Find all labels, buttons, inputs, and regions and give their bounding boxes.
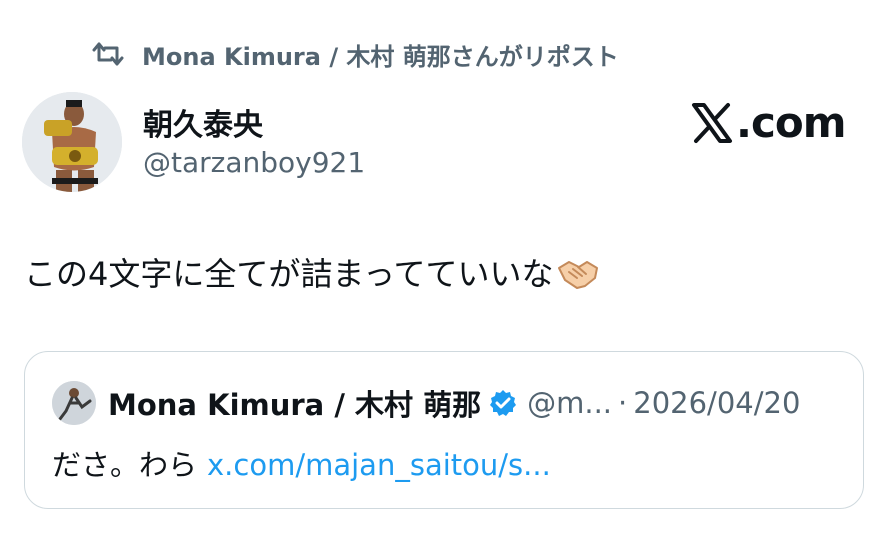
quoted-tweet-card[interactable]: Mona Kimura / 木村 萌那 @m... · 2026/04/20 だ… <box>24 351 864 509</box>
quoted-author-name[interactable]: Mona Kimura / 木村 萌那 <box>108 382 481 424</box>
x-com-logo: .com <box>690 98 846 147</box>
tweet-text: この4文字に全てが詰まってていいな <box>24 255 554 293</box>
brand-label: .com <box>736 98 846 147</box>
repost-text: Mona Kimura / 木村 萌那さんがリポスト <box>142 42 619 71</box>
dot-separator: · <box>618 386 628 420</box>
quoted-author-avatar[interactable] <box>52 381 96 425</box>
quoted-tweet-text: ださ。わら <box>52 448 198 482</box>
avatar <box>52 381 96 425</box>
quoted-author-handle[interactable]: @m... <box>527 386 612 420</box>
quoted-tweet-date[interactable]: 2026/04/20 <box>633 386 800 420</box>
quoted-tweet-header: Mona Kimura / 木村 萌那 @m... · 2026/04/20 <box>52 380 800 426</box>
x-logo-icon <box>692 102 732 143</box>
repost-indicator[interactable]: Mona Kimura / 木村 萌那さんがリポスト <box>92 36 619 72</box>
quoted-tweet-link[interactable]: x.com/majan_saitou/s... <box>207 448 551 482</box>
tweet-body: この4文字に全てが詰まってていいな <box>24 252 601 296</box>
repost-icon <box>92 42 124 66</box>
author-handle[interactable]: @tarzanboy921 <box>143 146 365 179</box>
verified-badge-icon <box>490 390 517 416</box>
avatar <box>22 92 122 192</box>
author-avatar[interactable] <box>22 92 122 192</box>
quoted-tweet-body: ださ。わら x.com/majan_saitou/s... <box>52 442 551 484</box>
author-name[interactable]: 朝久泰央 <box>143 100 263 144</box>
handshake-icon <box>558 261 599 289</box>
